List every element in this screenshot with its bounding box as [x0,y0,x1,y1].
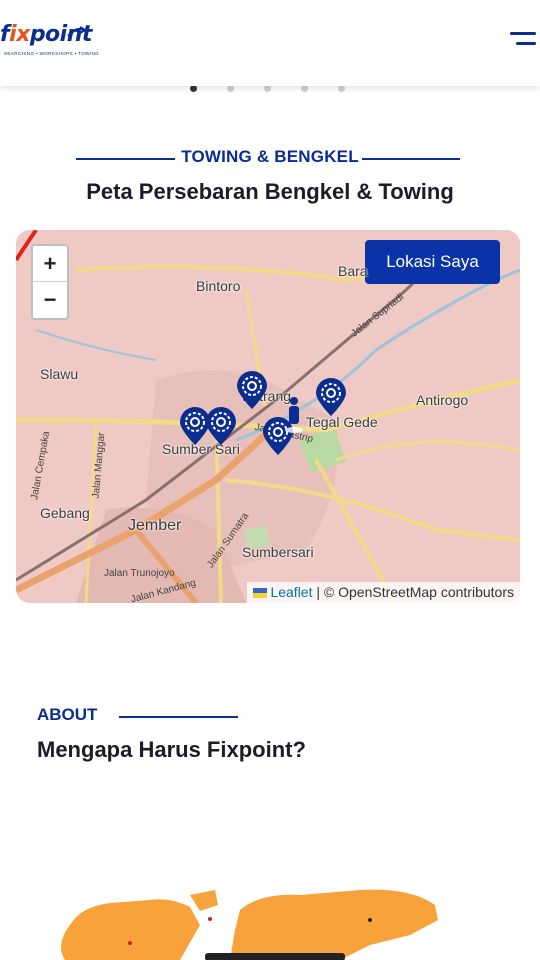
place-label: Bara [338,263,368,279]
workshop-gear-marker-icon[interactable] [314,377,348,417]
zoom-control: + − [31,244,69,320]
logo-arrow-icon [67,26,86,37]
road-label: Jalan Trunojoyo [104,568,175,579]
my-location-button[interactable]: Lokasi Saya [365,240,500,284]
section-tag: TOWING & BENGKEL [181,147,359,166]
zoom-in-button[interactable]: + [33,246,67,282]
place-label: Gebang [40,505,90,521]
zoom-out-button[interactable]: − [33,282,67,318]
about-title: Mengapa Harus Fixpoint? [37,737,306,762]
about-tag: ABOUT [37,705,98,724]
hamburger-menu-icon[interactable] [510,30,536,50]
about-tag-line [119,716,238,718]
carousel-dot[interactable] [338,85,345,92]
workshop-gear-marker-icon[interactable] [204,406,238,446]
carousel-dot[interactable] [301,85,308,92]
carousel-dot[interactable] [190,85,197,92]
ukraine-flag-icon [252,588,267,598]
fixpoint-logo[interactable]: fixpoint SEARCHING • WORKSHOPS • TOWING [0,22,99,62]
place-label: Sumbersari [242,544,314,560]
carousel-dot[interactable] [264,85,271,92]
place-label: Bintoro [196,278,241,294]
workshop-gear-marker-icon[interactable] [235,370,269,410]
workshop-map[interactable]: + − Lokasi Saya Bintoro Bara Slawu Patra… [16,230,520,603]
carousel-pagination [190,85,345,92]
osm-attribution: | © OpenStreetMap contributors [312,584,514,600]
logo-subtitle: SEARCHING • WORKSHOPS • TOWING [4,51,99,56]
site-header: fixpoint SEARCHING • WORKSHOPS • TOWING [0,0,540,86]
world-map-illustration [61,889,438,960]
map-attribution: Leaflet | © OpenStreetMap contributors [246,582,520,603]
place-label: Jember [128,517,182,534]
user-location-icon[interactable] [283,396,305,436]
place-label: Slawu [40,366,79,382]
section-title: Peta Persebaran Bengkel & Towing [86,179,454,204]
leaflet-link[interactable]: Leaflet [270,584,312,600]
carousel-dot[interactable] [227,85,234,92]
place-label: Antirogo [416,392,469,408]
